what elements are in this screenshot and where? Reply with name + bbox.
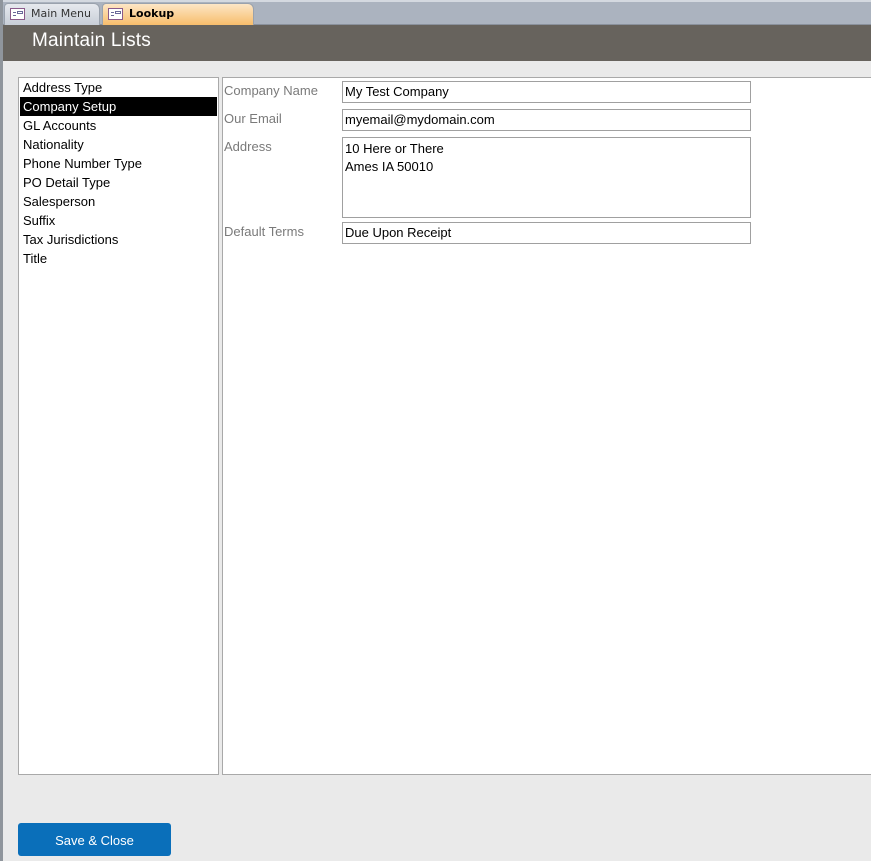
company-name-field[interactable]: My Test Company	[342, 81, 751, 103]
form-icon	[108, 8, 123, 20]
list-item-po-detail-type[interactable]: PO Detail Type	[20, 173, 217, 192]
list-item-nationality[interactable]: Nationality	[20, 135, 217, 154]
default-terms-field[interactable]: Due Upon Receipt	[342, 222, 751, 244]
page-title: Maintain Lists	[32, 30, 151, 51]
address-field[interactable]: 10 Here or There Ames IA 50010	[342, 137, 751, 218]
tab-label: Main Menu	[31, 7, 91, 20]
address-label: Address	[224, 139, 272, 154]
email-label: Our Email	[224, 111, 282, 126]
tab-main-menu[interactable]: Main Menu	[4, 3, 100, 25]
form-header: Maintain Lists	[3, 25, 871, 61]
company-name-label: Company Name	[224, 83, 318, 98]
default-terms-label: Default Terms	[224, 224, 304, 239]
list-item-suffix[interactable]: Suffix	[20, 211, 217, 230]
list-item-company-setup[interactable]: Company Setup	[20, 97, 217, 116]
list-item-tax-jurisdictions[interactable]: Tax Jurisdictions	[20, 230, 217, 249]
list-item-salesperson[interactable]: Salesperson	[20, 192, 217, 211]
list-item-phone-number-type[interactable]: Phone Number Type	[20, 154, 217, 173]
list-item-gl-accounts[interactable]: GL Accounts	[20, 116, 217, 135]
company-setup-subform: Company Name My Test Company Our Email m…	[222, 77, 871, 775]
lookup-list[interactable]: Address Type Company Setup GL Accounts N…	[18, 77, 219, 775]
form-icon	[10, 8, 25, 20]
save-close-button[interactable]: Save & Close	[18, 823, 171, 856]
window-edge	[0, 0, 3, 861]
list-item-title[interactable]: Title	[20, 249, 217, 268]
tab-lookup-maintenance[interactable]: Lookup Maintenance	[102, 3, 254, 40]
email-field[interactable]: myemail@mydomain.com	[342, 109, 751, 131]
list-item-address-type[interactable]: Address Type	[20, 78, 217, 97]
